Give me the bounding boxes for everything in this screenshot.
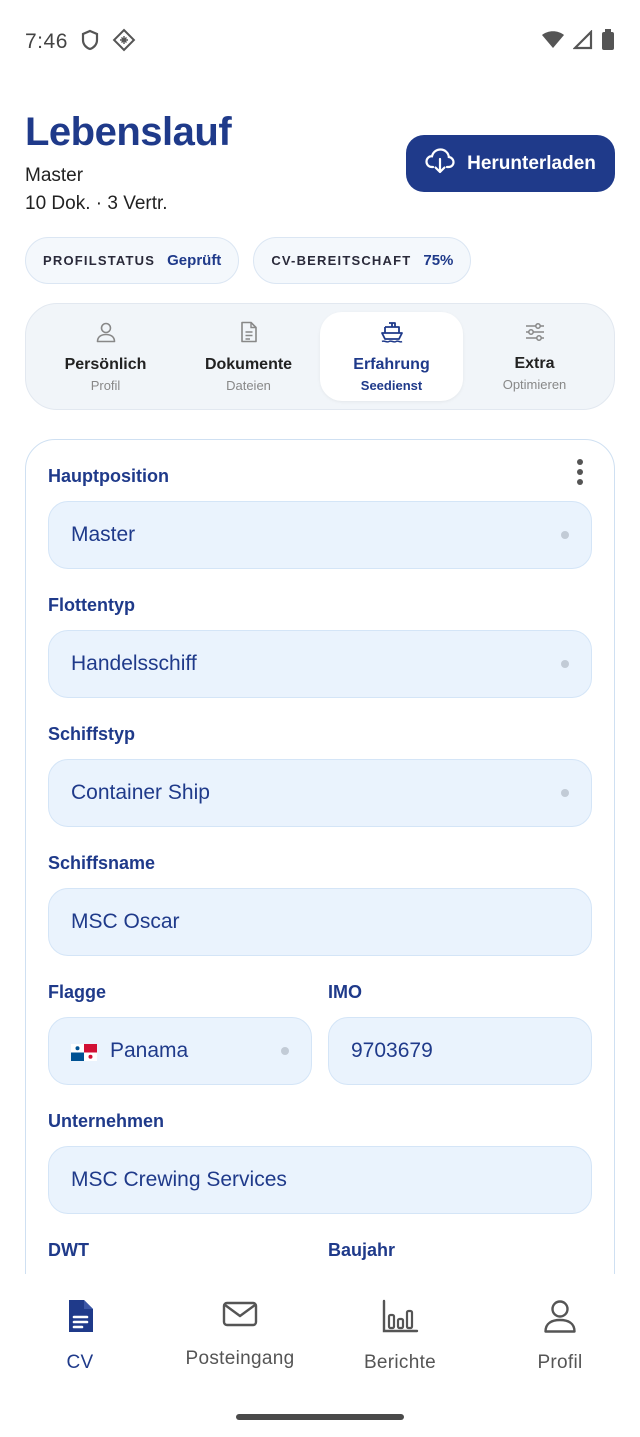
dropdown-indicator-icon — [561, 789, 569, 797]
cloud-download-icon — [425, 147, 455, 180]
status-time: 7:46 — [25, 30, 68, 53]
tab-sublabel: Profil — [90, 377, 121, 393]
document-icon — [239, 321, 259, 348]
main-position-label: Hauptposition — [48, 466, 169, 486]
ship-type-select[interactable]: Container Ship — [48, 759, 592, 827]
page-header: Lebenslauf Master 10 Dok. · 3 Vertr. Her… — [25, 110, 615, 215]
company-label: Unternehmen — [48, 1111, 165, 1131]
battery-icon — [601, 28, 615, 56]
nav-inbox[interactable]: Posteingang — [160, 1274, 320, 1437]
tab-sublabel: Optimieren — [502, 376, 567, 392]
dropdown-indicator-icon — [281, 1047, 289, 1055]
ship-icon — [380, 321, 404, 348]
year-built-label: Baujahr — [328, 1240, 396, 1260]
nav-cv[interactable]: CV — [0, 1274, 160, 1437]
tab-label: Dokumente — [204, 355, 293, 373]
bottom-navigation: CV Posteingang Berichte Profil — [0, 1274, 640, 1437]
experience-card: Hauptposition Master Flottentyp Handelss… — [25, 439, 615, 1339]
nav-reports[interactable]: Berichte — [320, 1274, 480, 1437]
tab-experience[interactable]: Erfahrung Seedienst — [320, 312, 463, 401]
mail-icon — [222, 1299, 258, 1334]
tab-personal[interactable]: Persönlich Profil — [34, 312, 177, 401]
sliders-icon — [524, 322, 546, 347]
chip-label: PROFILSTATUS — [43, 253, 156, 268]
nav-label: Berichte — [363, 1352, 437, 1373]
chip-value: Geprüft — [167, 252, 222, 269]
field-value: 9703679 — [351, 1039, 433, 1062]
tab-sublabel: Seedienst — [360, 377, 423, 393]
chip-label: CV-BEREITSCHAFT — [271, 253, 412, 268]
download-button[interactable]: Herunterladen — [406, 135, 615, 192]
tab-label: Extra — [514, 354, 555, 372]
tab-label: Persönlich — [64, 355, 147, 373]
home-indicator[interactable] — [236, 1414, 404, 1420]
dropdown-indicator-icon — [561, 531, 569, 539]
fleet-type-select[interactable]: Handelsschiff — [48, 630, 592, 698]
panama-flag-icon — [71, 1043, 97, 1061]
status-bar: 7:46 — [0, 0, 640, 84]
user-icon — [543, 1299, 577, 1338]
status-chips: PROFILSTATUS Geprüft CV-BEREITSCHAFT 75% — [25, 237, 472, 284]
profile-status-chip: PROFILSTATUS Geprüft — [25, 237, 240, 284]
nav-profile[interactable]: Profil — [480, 1274, 640, 1437]
shield-icon — [80, 29, 100, 56]
bar-chart-icon — [381, 1299, 419, 1338]
app-notification-icon — [112, 28, 136, 57]
section-tabs: Persönlich Profil Dokumente Dateien Erfa… — [25, 303, 615, 410]
download-button-label: Herunterladen — [467, 152, 596, 174]
tab-sublabel: Dateien — [226, 377, 271, 393]
flag-select[interactable]: Panama — [48, 1017, 312, 1085]
person-icon — [95, 321, 117, 348]
main-position-select[interactable]: Master — [48, 501, 592, 569]
fleet-type-label: Flottentyp — [48, 595, 135, 615]
nav-label: Profil — [537, 1352, 583, 1373]
field-value: Master — [71, 523, 136, 546]
more-options-icon[interactable] — [576, 458, 584, 491]
field-value: Container Ship — [71, 781, 210, 804]
cv-document-icon — [66, 1299, 94, 1338]
wifi-icon — [541, 30, 565, 55]
ship-name-label: Schiffsname — [48, 853, 156, 873]
chip-value: 75% — [423, 252, 454, 269]
nav-label: CV — [66, 1352, 94, 1373]
dwt-label: DWT — [48, 1240, 89, 1260]
field-value: Panama — [110, 1039, 189, 1062]
field-value: MSC Oscar — [71, 910, 180, 933]
tab-extra[interactable]: Extra Optimieren — [463, 312, 606, 401]
company-input[interactable]: MSC Crewing Services — [48, 1146, 592, 1214]
field-value: MSC Crewing Services — [71, 1168, 287, 1191]
imo-input[interactable]: 9703679 — [328, 1017, 592, 1085]
ship-type-label: Schiffstyp — [48, 724, 136, 744]
signal-icon — [572, 28, 593, 55]
document-counts: 10 Dok. · 3 Vertr. — [25, 193, 168, 214]
nav-label: Posteingang — [185, 1348, 295, 1369]
cv-readiness-chip: CV-BEREITSCHAFT 75% — [253, 237, 472, 284]
tab-label: Erfahrung — [353, 355, 430, 373]
flag-label: Flagge — [48, 982, 107, 1002]
tab-documents[interactable]: Dokumente Dateien — [177, 312, 320, 401]
dropdown-indicator-icon — [561, 660, 569, 668]
ship-name-input[interactable]: MSC Oscar — [48, 888, 592, 956]
field-value: Handelsschiff — [71, 652, 197, 675]
imo-label: IMO — [328, 982, 362, 1002]
